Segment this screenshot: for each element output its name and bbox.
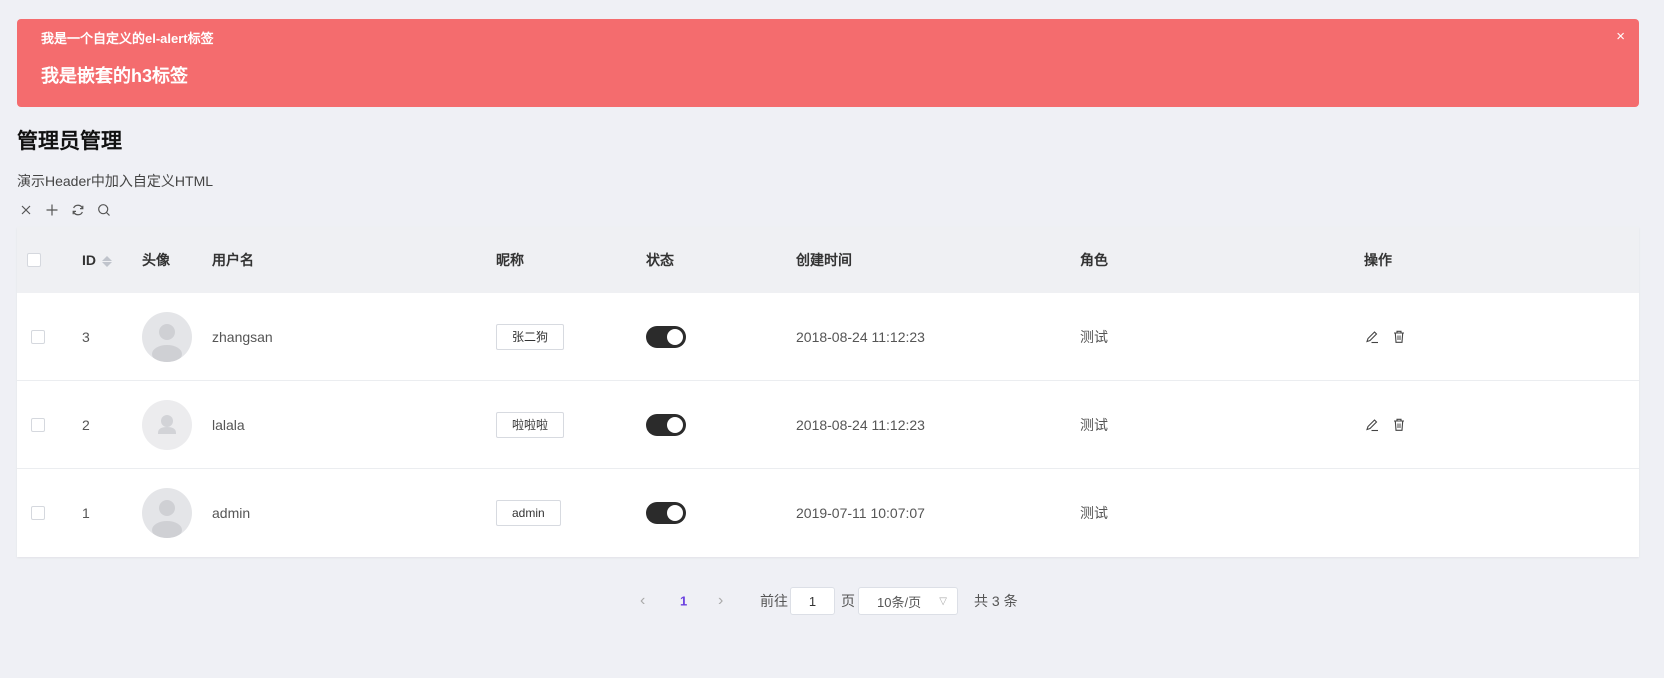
header-username: 用户名 bbox=[212, 252, 254, 268]
delete-icon[interactable] bbox=[1391, 329, 1406, 344]
header-actions: 操作 bbox=[1364, 252, 1392, 268]
search-icon[interactable] bbox=[95, 201, 112, 218]
header-id-label: ID bbox=[82, 252, 96, 268]
status-toggle[interactable] bbox=[646, 502, 686, 524]
row-checkbox-cell bbox=[31, 329, 45, 344]
nickname-tag: 张二狗 bbox=[496, 323, 565, 350]
user-avatar-icon bbox=[142, 488, 192, 538]
page-title: 管理员管理 bbox=[17, 130, 122, 153]
row-nickname-cell: admin bbox=[496, 500, 561, 526]
row-status-cell bbox=[646, 502, 686, 524]
toggle-knob bbox=[667, 328, 683, 345]
plus-icon[interactable] bbox=[43, 201, 60, 218]
goto-page-input[interactable] bbox=[790, 587, 835, 615]
table-toolbar bbox=[17, 201, 112, 219]
row-actions bbox=[1364, 417, 1406, 432]
row-checkbox-cell bbox=[31, 506, 45, 520]
pagination: ‹ 1 › 前往 页 10条/页 ▽ 共 3 条 bbox=[0, 587, 1664, 615]
page-suffix: 页 bbox=[841, 593, 855, 609]
edit-icon[interactable] bbox=[1364, 329, 1379, 344]
goto-label: 前往 bbox=[760, 593, 788, 609]
nickname-tag: 啦啦啦 bbox=[496, 411, 565, 438]
alert-close-icon[interactable]: × bbox=[1616, 29, 1625, 45]
row-actions bbox=[1364, 329, 1406, 344]
total-count: 共 3 条 bbox=[974, 593, 1018, 609]
table-row: 3 zhangsan 张二狗 2018-08-24 11:12:23 测试 bbox=[17, 293, 1639, 381]
alert-title: 我是一个自定义的el-alert标签 bbox=[41, 31, 214, 46]
row-username: admin bbox=[212, 505, 251, 521]
row-nickname-cell: 张二狗 bbox=[496, 323, 565, 350]
row-created-time: 2019-07-11 10:07:07 bbox=[796, 505, 925, 521]
goto-input-wrap bbox=[790, 587, 835, 615]
row-role: 测试 bbox=[1080, 328, 1108, 345]
refresh-icon[interactable] bbox=[69, 201, 86, 218]
row-role: 测试 bbox=[1080, 416, 1108, 433]
row-checkbox[interactable] bbox=[31, 329, 45, 344]
next-page-icon[interactable]: › bbox=[718, 592, 723, 610]
delete-icon[interactable] bbox=[1391, 417, 1406, 432]
header-status: 状态 bbox=[646, 252, 674, 268]
table-row: 2 lalala 啦啦啦 2018-08-24 11:12:23 测试 bbox=[17, 381, 1639, 469]
page-size-select[interactable]: 10条/页 ▽ bbox=[858, 587, 958, 615]
page-number-current[interactable]: 1 bbox=[680, 594, 687, 609]
page-subtitle: 演示Header中加入自定义HTML bbox=[17, 173, 214, 189]
edit-icon[interactable] bbox=[1364, 417, 1379, 432]
select-all-checkbox[interactable] bbox=[27, 253, 41, 267]
toggle-knob bbox=[667, 416, 683, 433]
page-size-value: 10条/页 bbox=[877, 594, 922, 610]
status-toggle[interactable] bbox=[646, 413, 686, 436]
chevron-down-icon: ▽ bbox=[939, 595, 947, 607]
header-avatar: 头像 bbox=[142, 252, 170, 268]
alert-h3-heading: 我是嵌套的h3标签 bbox=[41, 66, 189, 86]
row-avatar-cell bbox=[142, 311, 192, 362]
toggle-knob bbox=[667, 505, 683, 521]
user-avatar-icon bbox=[142, 399, 192, 450]
user-avatar-icon bbox=[142, 311, 192, 362]
row-id: 3 bbox=[82, 328, 90, 345]
row-checkbox[interactable] bbox=[31, 506, 45, 520]
row-nickname-cell: 啦啦啦 bbox=[496, 411, 565, 438]
header-role: 角色 bbox=[1080, 252, 1108, 268]
row-role: 测试 bbox=[1080, 505, 1108, 521]
row-checkbox[interactable] bbox=[31, 417, 45, 432]
row-status-cell bbox=[646, 413, 686, 436]
close-icon[interactable] bbox=[17, 201, 34, 218]
row-id: 2 bbox=[82, 416, 90, 433]
prev-page-icon[interactable]: ‹ bbox=[640, 592, 645, 610]
custom-alert: 我是一个自定义的el-alert标签 我是嵌套的h3标签 × bbox=[17, 19, 1639, 107]
table-row: 1 admin admin 2019-07-11 10:07:07 测试 bbox=[17, 469, 1639, 557]
row-created-time: 2018-08-24 11:12:23 bbox=[796, 416, 925, 433]
admin-table: ID 头像 用户名 昵称 状态 创建时间 角色 操作 3 zhangsan 张二… bbox=[17, 227, 1639, 557]
status-toggle[interactable] bbox=[646, 325, 686, 348]
row-id: 1 bbox=[82, 505, 90, 521]
table-header: ID 头像 用户名 昵称 状态 创建时间 角色 操作 bbox=[17, 227, 1639, 293]
row-username: zhangsan bbox=[212, 328, 273, 345]
header-nickname: 昵称 bbox=[496, 252, 524, 268]
header-created-time: 创建时间 bbox=[796, 252, 852, 268]
row-status-cell bbox=[646, 325, 686, 348]
row-username: lalala bbox=[212, 416, 245, 433]
nickname-tag: admin bbox=[496, 500, 561, 526]
header-id[interactable]: ID bbox=[82, 252, 112, 268]
sort-caret-icon[interactable] bbox=[102, 255, 112, 267]
row-created-time: 2018-08-24 11:12:23 bbox=[796, 328, 925, 345]
row-checkbox-cell bbox=[31, 417, 45, 432]
header-checkbox-cell bbox=[27, 253, 41, 267]
row-avatar-cell bbox=[142, 399, 192, 450]
row-avatar-cell bbox=[142, 488, 192, 538]
